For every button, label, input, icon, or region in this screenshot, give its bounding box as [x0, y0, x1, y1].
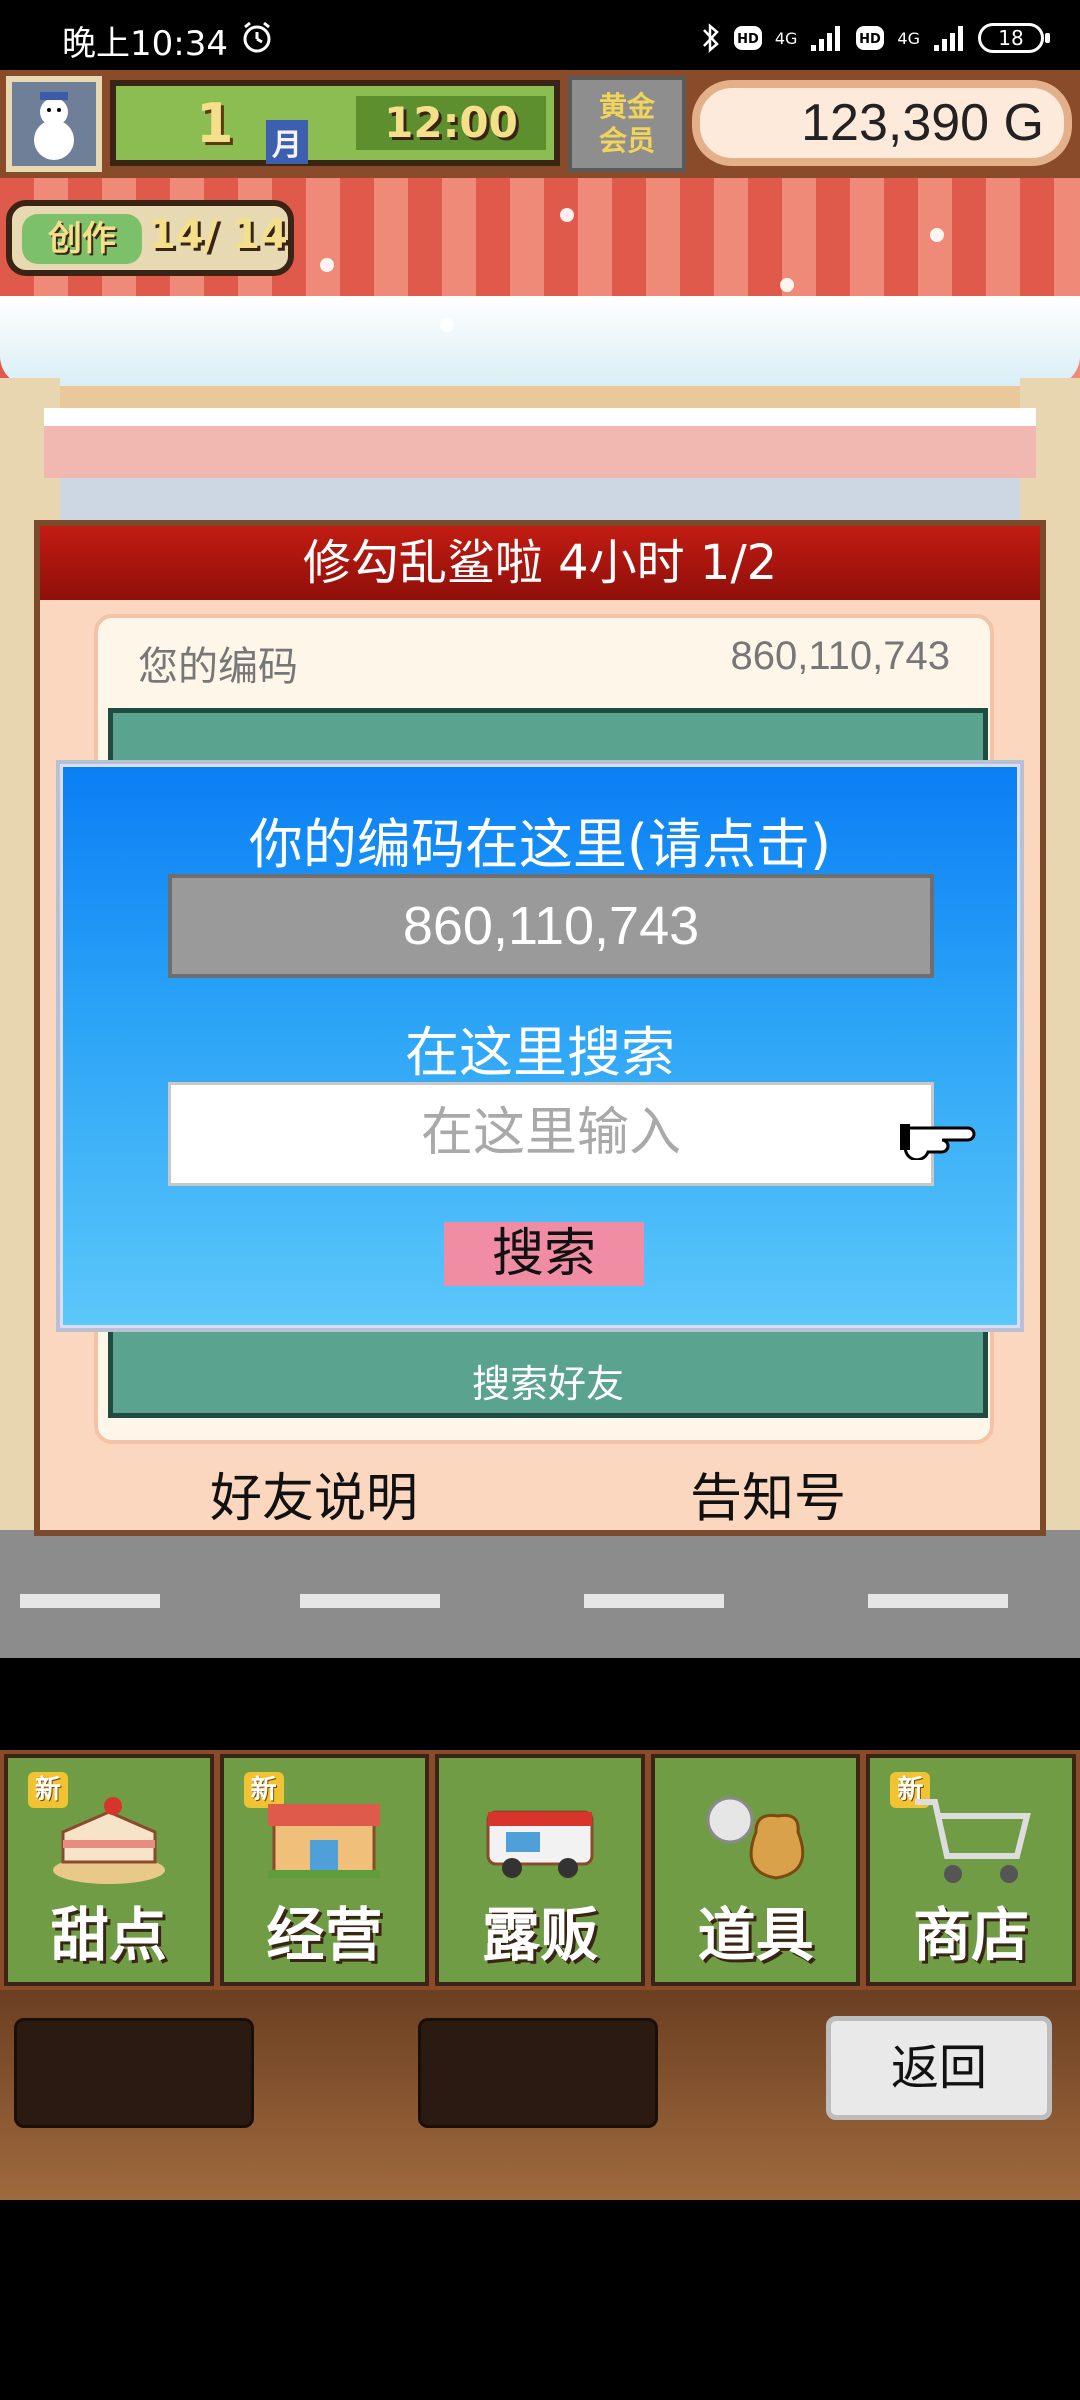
- gold-member-badge[interactable]: 黄金 会员: [568, 76, 686, 172]
- food-truck-icon: [486, 1810, 594, 1878]
- menu-label-items: 道具: [697, 1901, 814, 1969]
- friend-search-modal: 你的编码在这里(请点击) 860,110,743 在这里搜索 在这里输入 搜索: [56, 760, 1024, 1332]
- menu-item-items[interactable]: 道具: [650, 1754, 861, 1986]
- cake-icon: [52, 1797, 165, 1884]
- create-label: 创作: [22, 214, 142, 264]
- status-time: 晚上10:34: [62, 24, 228, 64]
- your-code-value: 860,110,743: [730, 634, 950, 678]
- modal-title: 你的编码在这里(请点击): [248, 813, 832, 876]
- member-badge-line2: 会员: [598, 124, 655, 157]
- search-input[interactable]: 在这里输入: [168, 1082, 934, 1186]
- bluetooth-icon: [702, 23, 719, 53]
- snow-band: [0, 296, 1080, 386]
- game-clock: 12:00: [356, 96, 546, 150]
- search-button[interactable]: 搜索: [444, 1222, 644, 1286]
- friend-guide-button[interactable]: 好友说明: [210, 1456, 418, 1531]
- search-friend-button[interactable]: 搜索好友: [113, 1353, 983, 1408]
- menu-label-dessert: 甜点: [50, 1901, 167, 1969]
- notice-id-button[interactable]: 告知号: [690, 1456, 846, 1531]
- player-avatar[interactable]: [6, 76, 102, 172]
- svg-text:HD: HD: [860, 32, 882, 47]
- empty-slot-1: [14, 2018, 254, 2128]
- status-icons: HD 4G HD 4G 18: [701, 18, 1050, 58]
- svg-text:HD: HD: [737, 32, 759, 47]
- menu-item-store[interactable]: 新 商店: [866, 1754, 1076, 1986]
- search-label: 在这里搜索: [405, 1021, 675, 1084]
- shopping-cart-icon: [915, 1799, 1032, 1883]
- menu-item-manage[interactable]: 新 经营: [219, 1754, 430, 1986]
- hd-icon-2: HD: [856, 26, 885, 50]
- bottom-menu: 新 甜点 新 经营 露贩 道具 新 商店: [0, 1750, 1080, 1990]
- status-bar: 晚上10:34 HD 4G HD 4G 18: [0, 0, 1080, 78]
- menu-label-manage: 经营: [266, 1901, 383, 1969]
- pointing-hand-icon: [900, 1124, 976, 1160]
- your-code-label: 您的编码: [138, 644, 298, 690]
- menu-label-store: 商店: [913, 1901, 1030, 1969]
- hd-icon: HD: [733, 26, 762, 50]
- items-bag-icon: [706, 1796, 804, 1880]
- empty-slot-2: [418, 2018, 658, 2128]
- money-display: 123,390 G: [692, 80, 1072, 166]
- bottom-black-area: [0, 2200, 1080, 2400]
- month-unit: 月: [266, 120, 308, 164]
- network-label-a: 4G: [774, 28, 798, 48]
- my-code-box[interactable]: 860,110,743: [168, 874, 934, 978]
- month-number: 1: [196, 92, 234, 155]
- shop-building-icon: [268, 1804, 381, 1878]
- menu-label-food-truck: 露贩: [481, 1901, 598, 1969]
- shop-roof: [44, 408, 1036, 478]
- friend-dialog-title: 修勾乱鲨啦 4小时 1/2: [40, 526, 1040, 600]
- battery-icon: 18: [978, 23, 1050, 53]
- lower-bar: 返回: [0, 1990, 1080, 2200]
- menu-item-food-truck[interactable]: 露贩: [435, 1754, 645, 1986]
- signal-icon: [811, 26, 841, 51]
- menu-item-dessert[interactable]: 新 甜点: [4, 1754, 214, 1986]
- back-button[interactable]: 返回: [826, 2016, 1052, 2120]
- alarm-clock-icon: [243, 21, 271, 53]
- snowman-icon: [34, 92, 74, 160]
- create-counter: 创作 14/ 14: [6, 200, 294, 276]
- separator: [0, 1658, 1080, 1750]
- network-label-b: 4G: [897, 28, 920, 48]
- signal-icon-2: [934, 26, 963, 51]
- create-count: 14/ 14: [148, 212, 288, 258]
- member-badge-line1: 黄金: [598, 90, 655, 123]
- date-panel: 1 月 12:00: [110, 80, 560, 166]
